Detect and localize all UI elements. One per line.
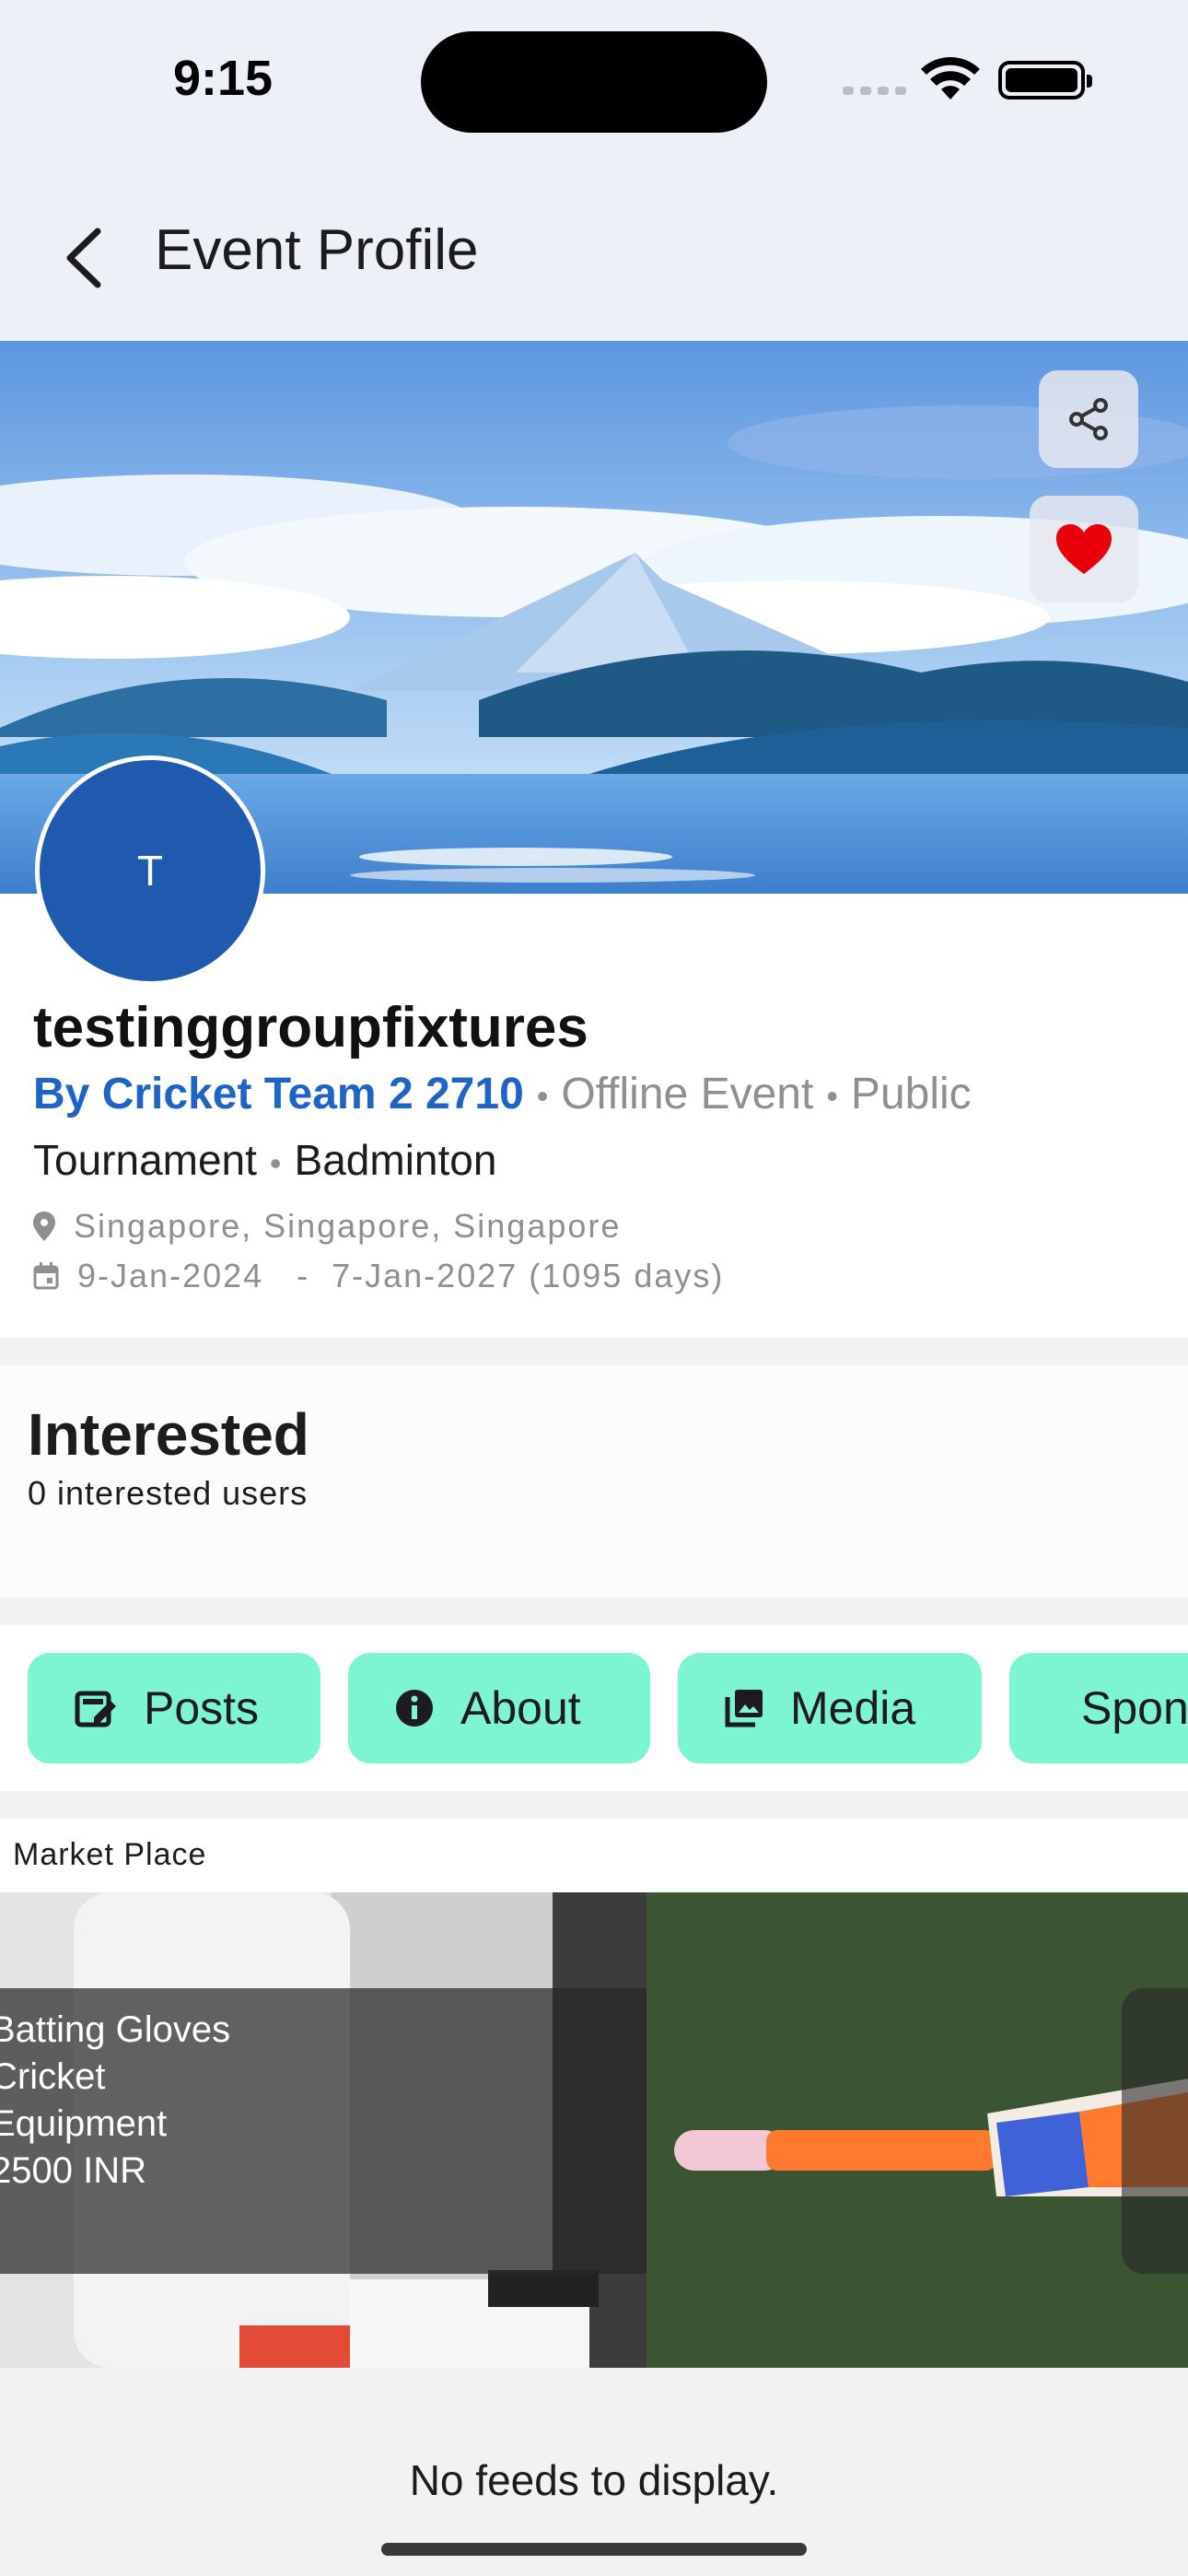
event-sport: Badminton xyxy=(294,1136,497,1184)
back-button[interactable] xyxy=(55,221,111,295)
market-item-text: Batting Gloves Cricket Equipment 2500 IN… xyxy=(0,2007,230,2195)
interested-section[interactable]: Interested 0 interested users xyxy=(0,1365,1188,1598)
interested-title: Interested xyxy=(28,1401,309,1468)
avatar: T xyxy=(35,755,265,986)
avatar-initial: T xyxy=(136,847,164,895)
tab-sponsors-label: Sponsors xyxy=(1081,1682,1188,1734)
like-button[interactable] xyxy=(1030,496,1138,603)
market-item[interactable]: Batting Gloves Cricket Equipment 2500 IN… xyxy=(0,1892,646,2368)
event-mode: Offline Event xyxy=(561,1070,814,1118)
app-header: Event Profile xyxy=(0,166,1188,341)
event-location: Singapore, Singapore, Singapore xyxy=(74,1207,622,1245)
home-indicator[interactable] xyxy=(381,2543,807,2556)
market-item-image xyxy=(646,1892,1188,2368)
market-item-category: Cricket xyxy=(0,2056,106,2097)
event-dates: 9-Jan-2024 - 7-Jan-2027 (1095 days) xyxy=(77,1257,725,1294)
market-item[interactable] xyxy=(646,1892,1188,2368)
market-place-label: Market Place xyxy=(13,1837,207,1872)
event-meta: By Cricket Team 2 2710 • Offline Event • Pub… xyxy=(33,1070,972,1118)
tab-about-label: About xyxy=(460,1682,581,1734)
tab-sponsors[interactable]: Sponsors xyxy=(1009,1653,1188,1763)
photo-library-icon xyxy=(725,1690,763,1727)
share-button[interactable] xyxy=(1039,370,1138,468)
tab-media-label: Media xyxy=(790,1682,916,1734)
market-list: Batting Gloves Cricket Equipment 2500 IN… xyxy=(0,1892,1188,2368)
organizer-link[interactable]: By Cricket Team 2 2710 xyxy=(33,1070,524,1118)
info-icon xyxy=(396,1690,433,1727)
date-row: 9-Jan-2024 - 7-Jan-2027 (1095 days) xyxy=(33,1257,724,1295)
market-item-title: Batting Gloves xyxy=(0,2009,231,2050)
cellular-signal-icon xyxy=(843,87,906,95)
dynamic-island xyxy=(421,31,767,133)
status-bar: 9:15 xyxy=(0,0,1188,166)
empty-feed-message: No feeds to display. xyxy=(409,2456,779,2504)
market-item-price: 2500 INR xyxy=(0,2150,146,2191)
status-time: 9:15 xyxy=(173,51,274,106)
event-category: Tournament xyxy=(33,1136,257,1184)
location-row: Singapore, Singapore, Singapore xyxy=(33,1207,621,1246)
interested-count: 0 interested users xyxy=(28,1474,309,1512)
tab-posts[interactable]: Posts xyxy=(28,1653,320,1763)
heart-icon xyxy=(1056,524,1112,574)
tab-about[interactable]: About xyxy=(348,1653,650,1763)
chevron-left-icon xyxy=(66,228,101,288)
location-pin-icon xyxy=(33,1212,55,1241)
share-icon xyxy=(1069,398,1108,440)
tab-bar: Posts About Media Sponsors xyxy=(0,1625,1188,1791)
tab-media[interactable]: Media xyxy=(678,1653,982,1763)
battery-icon xyxy=(998,61,1092,100)
page-title: Event Profile xyxy=(155,218,479,282)
event-category-row: Tournament • Badminton xyxy=(33,1136,497,1184)
calendar-icon xyxy=(33,1262,59,1290)
market-place-section: Market Place Batting Gloves Cricket Equi… xyxy=(0,1819,1188,2368)
event-name: testinggroupfixtures xyxy=(33,996,588,1060)
wifi-icon xyxy=(921,57,980,100)
post-add-icon xyxy=(75,1691,116,1727)
event-visibility: Public xyxy=(850,1070,972,1118)
tab-posts-label: Posts xyxy=(144,1682,260,1734)
market-item-subcategory: Equipment xyxy=(0,2103,168,2144)
